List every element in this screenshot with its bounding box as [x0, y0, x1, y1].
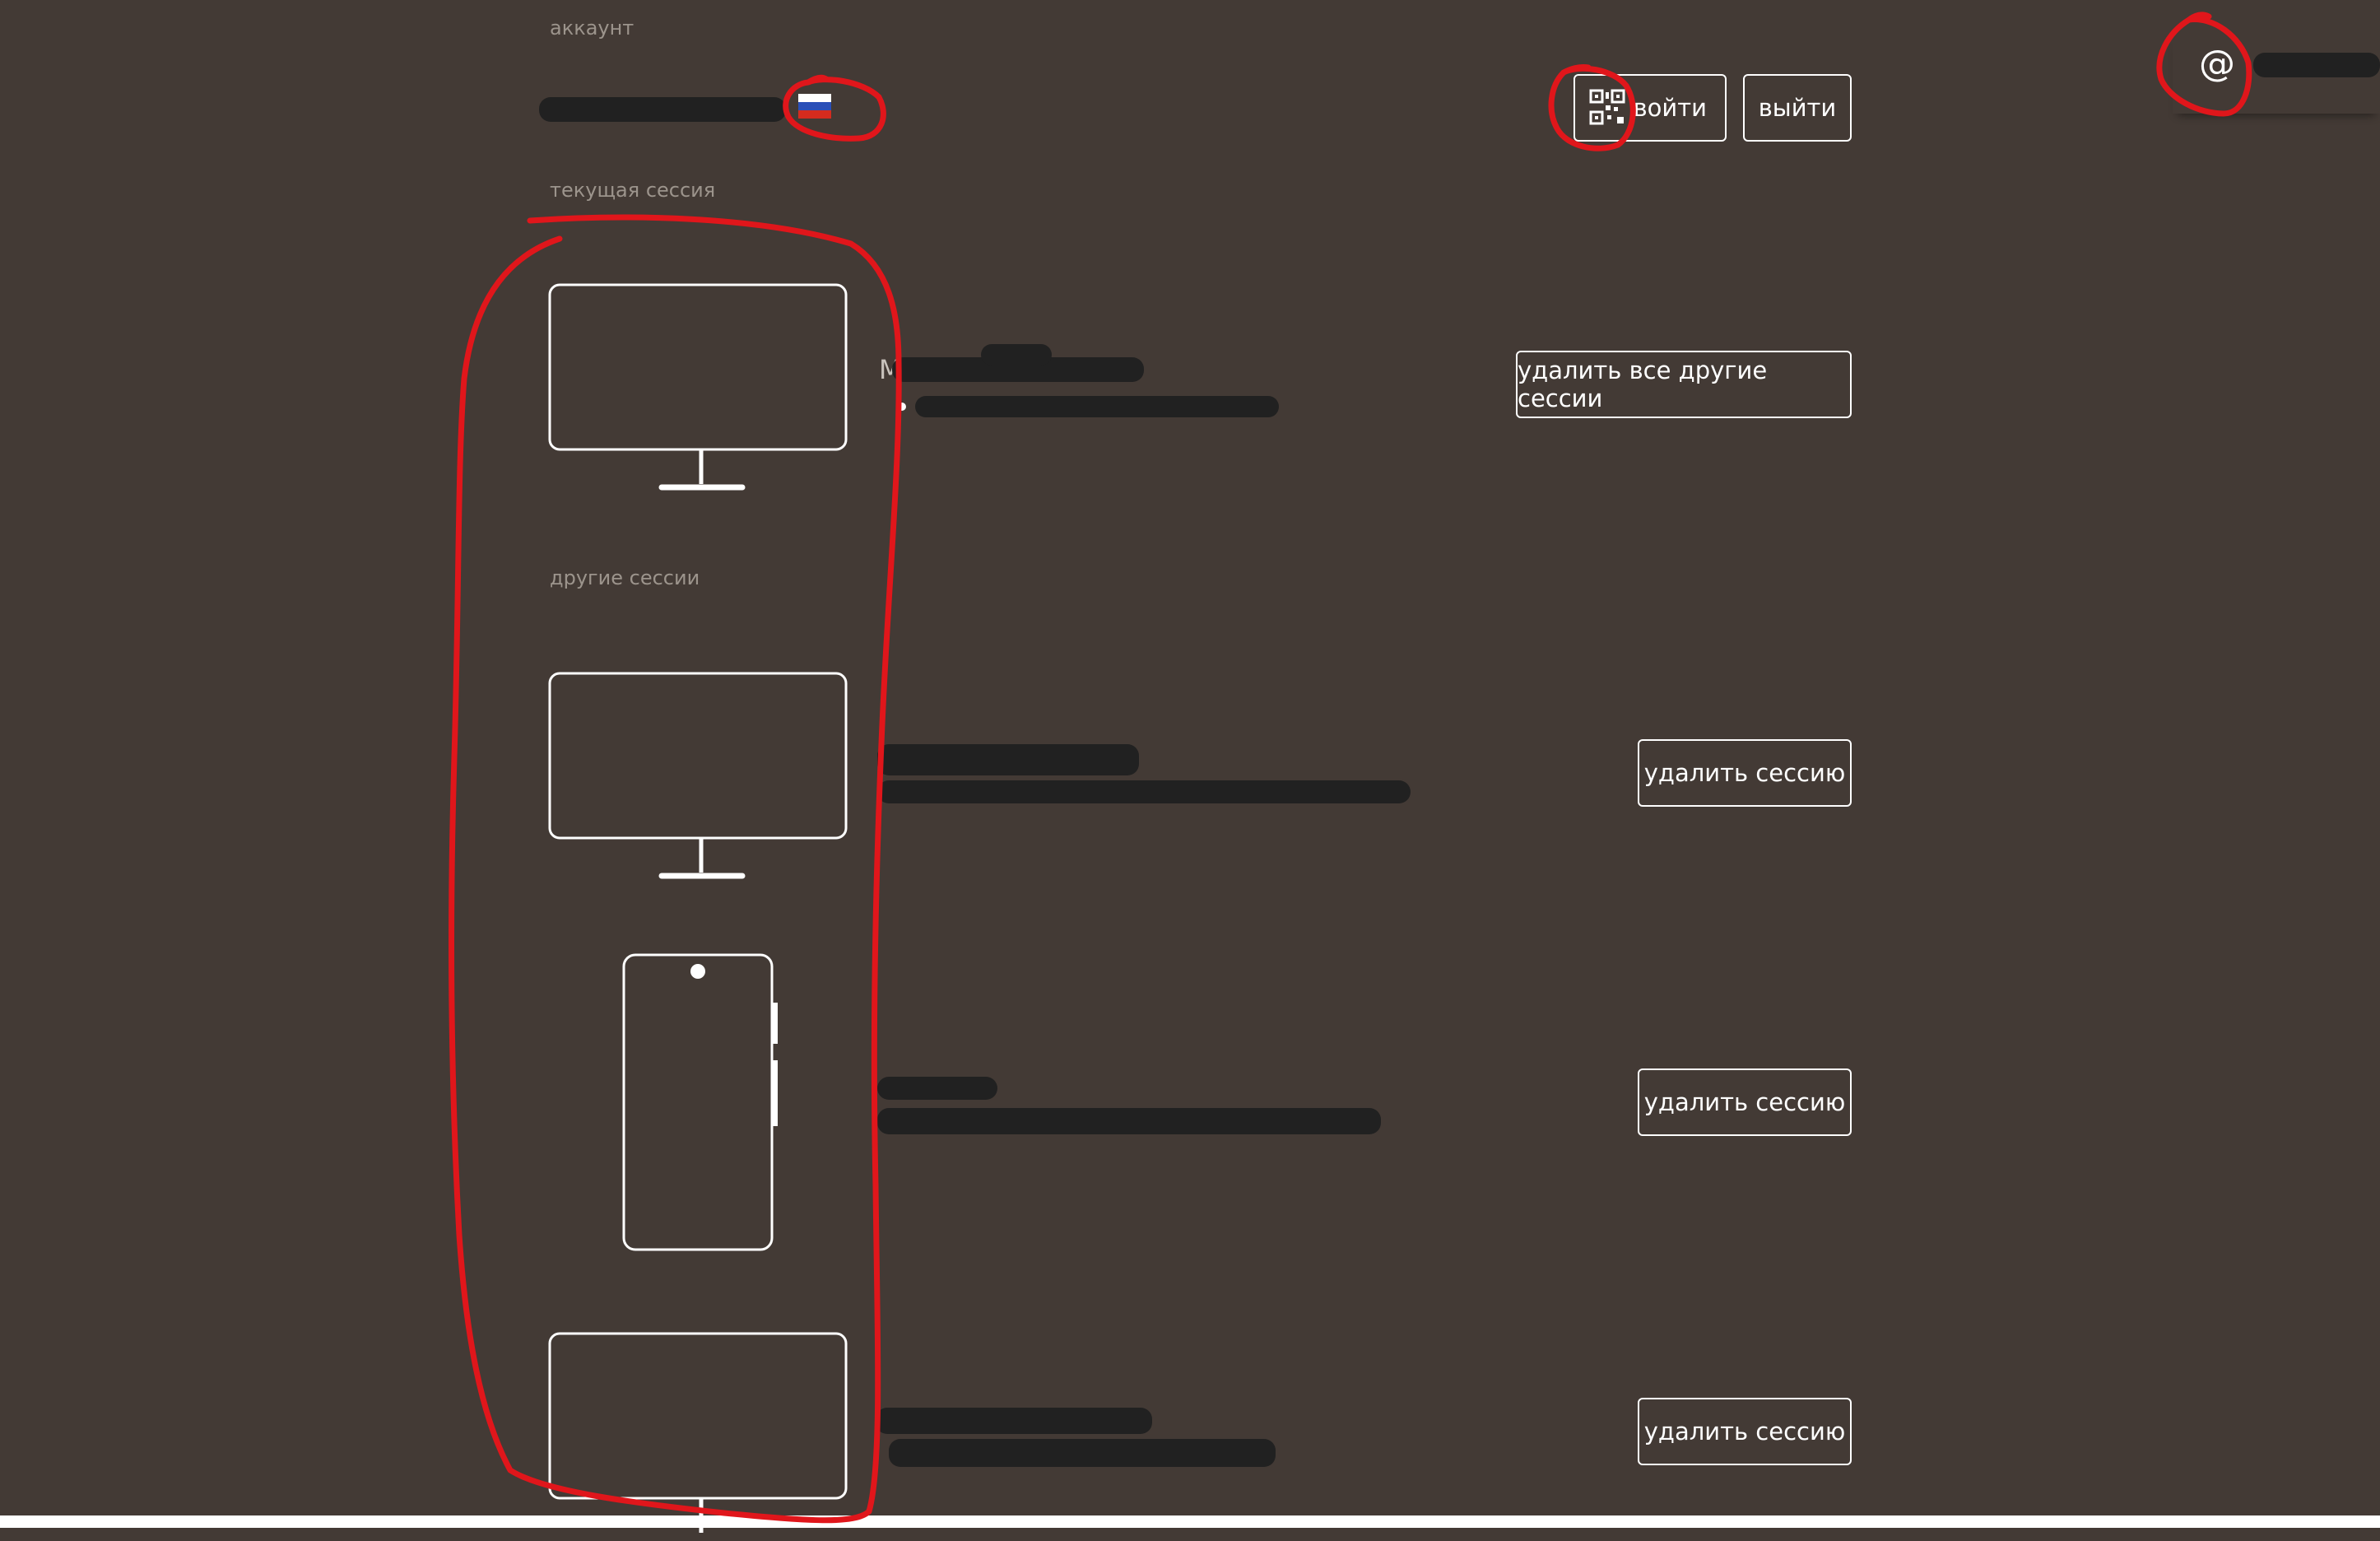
desktop-monitor-icon — [548, 672, 848, 879]
current-session-section-label: текущая сессия — [550, 179, 716, 202]
login-button-label: войти — [1633, 94, 1707, 122]
desktop-monitor-icon — [548, 283, 848, 491]
current-session-bullet — [898, 403, 906, 411]
profile-chip[interactable]: @ — [2173, 38, 2380, 114]
page-bottom-edge — [0, 1515, 2380, 1528]
account-section-label: аккаунт — [550, 16, 635, 40]
at-sign-icon: @ — [2199, 43, 2235, 85]
session-3-name-redacted — [876, 1408, 1152, 1434]
current-session-details-redacted — [915, 396, 1279, 417]
qr-code-icon — [1589, 89, 1625, 125]
red-annotation-overlay — [449, 12, 2252, 1524]
current-session-name-redacted-bump — [981, 344, 1052, 365]
logout-button[interactable]: выйти — [1743, 74, 1852, 142]
russia-flag-icon — [798, 94, 831, 119]
delete-session-button[interactable]: удалить сессию — [1638, 1398, 1852, 1465]
delete-session-button[interactable]: удалить сессию — [1638, 739, 1852, 807]
session-1-details-redacted — [877, 780, 1411, 803]
account-name-redacted — [539, 97, 786, 122]
session-3-details-redacted — [889, 1439, 1276, 1467]
session-1-name-redacted — [877, 744, 1139, 775]
delete-all-other-sessions-button[interactable]: удалить все другие сессии — [1516, 351, 1852, 418]
session-2-details-redacted — [877, 1108, 1381, 1134]
smartphone-icon — [622, 953, 778, 1251]
delete-session-button[interactable]: удалить сессию — [1638, 1068, 1852, 1136]
session-2-name-redacted — [877, 1077, 997, 1100]
profile-name-redacted — [2253, 53, 2380, 77]
other-sessions-section-label: другие сессии — [550, 566, 700, 589]
desktop-monitor-icon — [548, 1332, 848, 1533]
